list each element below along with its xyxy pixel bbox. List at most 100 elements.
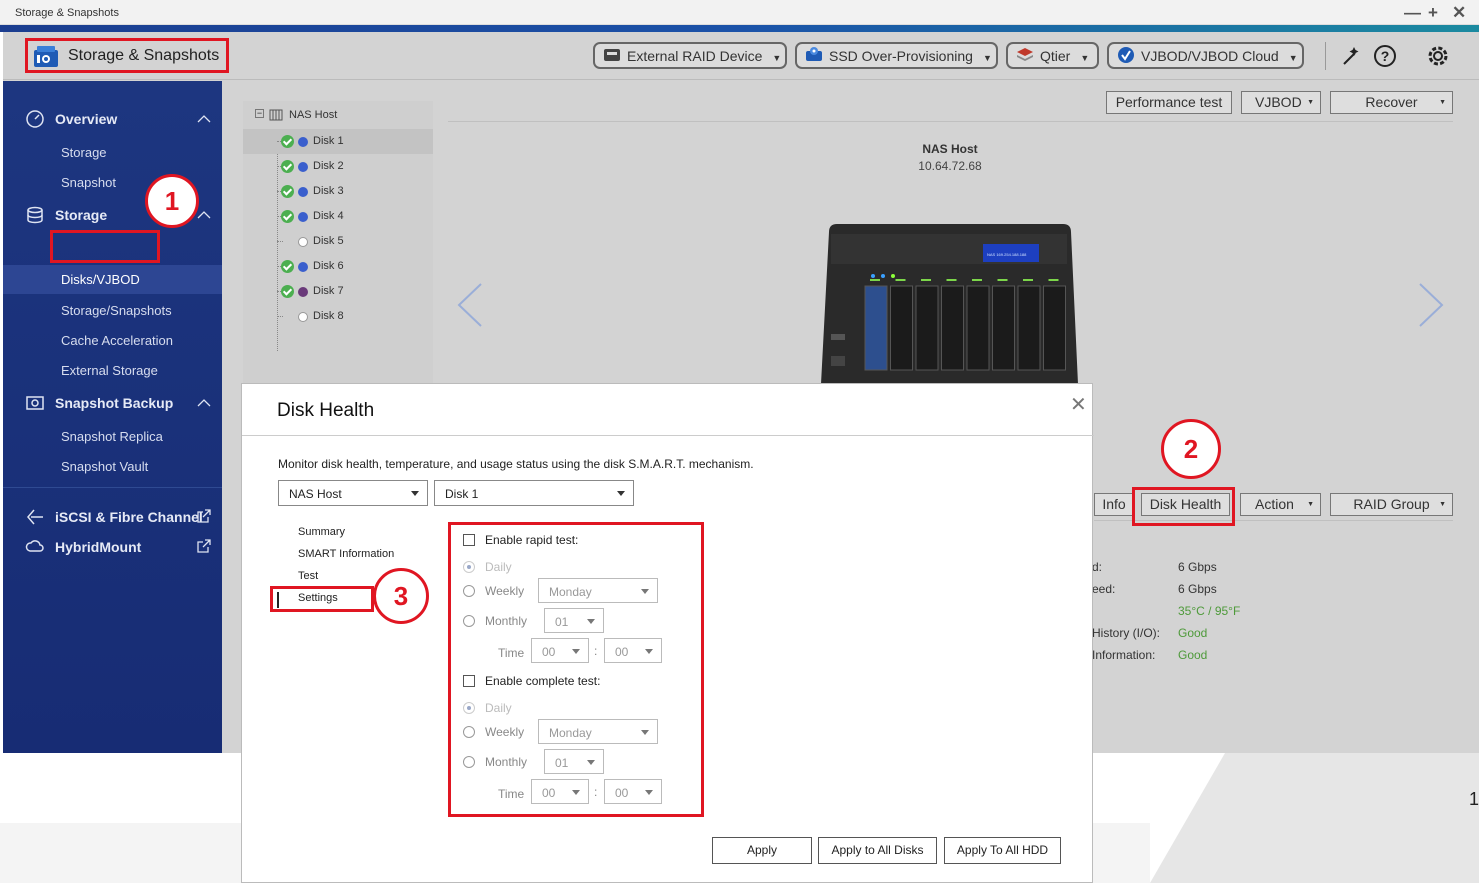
external-link-icon[interactable] bbox=[197, 539, 211, 553]
sidebar-item-storage-overview[interactable]: Storage bbox=[61, 145, 107, 160]
external-link-icon[interactable] bbox=[197, 509, 211, 523]
database-icon bbox=[27, 206, 43, 224]
chevron-right-icon[interactable] bbox=[1416, 282, 1446, 328]
tree-root-label: NAS Host bbox=[289, 109, 338, 121]
apply-all-hdd-button[interactable]: Apply To All HDD bbox=[944, 837, 1061, 864]
tree-disk-item[interactable]: Disk 5 bbox=[243, 229, 433, 254]
stray-text: 1 bbox=[1469, 789, 1479, 809]
gear-icon[interactable] bbox=[1425, 43, 1451, 69]
close-icon[interactable]: ✕ bbox=[1070, 392, 1087, 417]
close-icon[interactable]: ✕ bbox=[1452, 3, 1466, 23]
sidebar-item-snapshot-vault[interactable]: Snapshot Vault bbox=[61, 459, 148, 474]
info-button[interactable]: Info bbox=[1094, 493, 1134, 516]
status-ok-icon bbox=[281, 285, 294, 298]
tree-disk-item[interactable]: Disk 1 bbox=[243, 129, 433, 154]
dialog-divider bbox=[242, 435, 1094, 436]
sidebar-item-cache-acceleration[interactable]: Cache Acceleration bbox=[61, 333, 173, 348]
magic-wand-icon[interactable] bbox=[1339, 43, 1365, 69]
chevron-down-icon: ▼ bbox=[1439, 501, 1446, 508]
lcd-text: NAS 169.254.188.188 bbox=[987, 252, 1027, 257]
disk-tree: − NAS Host Disk 1 Disk 2 Disk 3 Disk 4 Disk … bbox=[243, 101, 433, 401]
tree-disk-item[interactable]: Disk 2 bbox=[243, 154, 433, 179]
ssd-gear-icon bbox=[806, 47, 822, 61]
maximize-icon[interactable]: + bbox=[1428, 3, 1438, 23]
external-raid-button[interactable]: External RAID Device ▼ bbox=[593, 42, 787, 69]
chevron-down-icon: ▼ bbox=[1307, 501, 1314, 508]
storage-app-icon bbox=[34, 46, 58, 67]
tree-disk-label: Disk 7 bbox=[313, 285, 344, 297]
apply-all-disks-button[interactable]: Apply to All Disks bbox=[818, 837, 937, 864]
sidebar-link-hybridmount[interactable]: HybridMount bbox=[55, 539, 141, 555]
chevron-up-icon[interactable] bbox=[197, 210, 211, 220]
tree-root-nas-host[interactable]: − NAS Host bbox=[243, 103, 433, 128]
tab-test[interactable]: Test bbox=[298, 570, 318, 582]
sidebar-item-disks-vjbod[interactable]: Disks/VJBOD bbox=[61, 272, 140, 287]
minimize-icon[interactable]: — bbox=[1404, 3, 1421, 23]
chevron-down-icon bbox=[617, 491, 625, 496]
tree-disk-item[interactable]: Disk 4 bbox=[243, 204, 433, 229]
tree-branch bbox=[277, 316, 283, 317]
disk-info-label: eed: bbox=[1092, 582, 1116, 596]
cloud-mount-icon bbox=[25, 540, 44, 552]
disk-status-dot-icon bbox=[298, 187, 308, 197]
ssd-over-provisioning-label: SSD Over-Provisioning bbox=[829, 48, 973, 64]
ssd-over-provisioning-button[interactable]: SSD Over-Provisioning ▼ bbox=[795, 42, 998, 69]
recover-button[interactable]: Recover ▼ bbox=[1330, 91, 1453, 114]
drive-bay-led bbox=[1023, 279, 1033, 281]
device-ip: 10.64.72.68 bbox=[918, 159, 982, 173]
vjbod-button[interactable]: VJBOD ▼ bbox=[1241, 91, 1321, 114]
chevron-up-icon[interactable] bbox=[197, 114, 211, 124]
tree-disk-item[interactable]: Disk 3 bbox=[243, 179, 433, 204]
host-select-value: NAS Host bbox=[289, 487, 342, 501]
sidebar-item-snapshot-replica[interactable]: Snapshot Replica bbox=[61, 429, 163, 444]
raid-group-label: RAID Group bbox=[1353, 496, 1430, 512]
disk-status-dot-icon bbox=[298, 162, 308, 172]
iscsi-icon bbox=[27, 509, 43, 525]
drive-bay-led bbox=[1048, 279, 1059, 281]
status-ok-icon bbox=[281, 160, 294, 173]
sidebar-item-storage-snapshots[interactable]: Storage/Snapshots bbox=[61, 303, 172, 318]
qtier-button[interactable]: Qtier ▼ bbox=[1006, 42, 1099, 69]
window-titlebar: Storage & Snapshots — + ✕ bbox=[0, 0, 1479, 25]
tree-disk-item[interactable]: Disk 7 bbox=[243, 279, 433, 304]
sidebar-item-external-storage[interactable]: External Storage bbox=[61, 363, 158, 378]
app-title: Storage & Snapshots bbox=[68, 47, 220, 64]
disk-select[interactable]: Disk 1 bbox=[434, 480, 634, 506]
tab-smart-information[interactable]: SMART Information bbox=[298, 548, 394, 560]
callout-box-disks-vjbod bbox=[50, 230, 160, 263]
vjbod-cloud-button[interactable]: VJBOD/VJBOD Cloud ▼ bbox=[1107, 42, 1304, 69]
drive-bay bbox=[1017, 285, 1041, 371]
tab-summary[interactable]: Summary bbox=[298, 526, 345, 538]
device-name: NAS Host bbox=[922, 142, 978, 156]
host-select[interactable]: NAS Host bbox=[278, 480, 428, 506]
external-raid-label: External RAID Device bbox=[627, 48, 763, 64]
sidebar-group-storage[interactable]: Storage bbox=[55, 207, 107, 223]
tree-disk-item[interactable]: Disk 8 bbox=[243, 304, 433, 329]
tree-disk-item[interactable]: Disk 6 bbox=[243, 254, 433, 279]
status-ok-icon bbox=[281, 135, 294, 148]
sidebar-link-iscsi[interactable]: iSCSI & Fibre Channel bbox=[55, 509, 203, 525]
drive-bay bbox=[992, 285, 1015, 371]
action-label: Action bbox=[1255, 496, 1294, 512]
tree-disk-label: Disk 6 bbox=[313, 260, 344, 272]
drive-bay-led bbox=[870, 279, 880, 281]
accent-bar bbox=[0, 25, 1479, 32]
drive-bay bbox=[1043, 285, 1066, 371]
callout-box-settings bbox=[270, 586, 374, 612]
drive-bay-led bbox=[972, 279, 982, 281]
collapse-icon[interactable]: − bbox=[255, 109, 264, 118]
disk-info-value: 6 Gbps bbox=[1178, 560, 1217, 574]
sidebar-group-snapshot-backup[interactable]: Snapshot Backup bbox=[55, 395, 173, 411]
qtier-label: Qtier bbox=[1040, 48, 1071, 64]
performance-test-button[interactable]: Performance test bbox=[1106, 91, 1232, 114]
drive-bay-led bbox=[895, 279, 906, 281]
apply-button[interactable]: Apply bbox=[712, 837, 812, 864]
raid-group-button[interactable]: RAID Group ▼ bbox=[1330, 493, 1453, 516]
help-icon[interactable]: ? bbox=[1372, 43, 1398, 69]
chevron-left-icon[interactable] bbox=[455, 282, 485, 328]
action-button[interactable]: Action ▼ bbox=[1240, 493, 1321, 516]
sidebar-item-snapshot-overview[interactable]: Snapshot bbox=[61, 175, 116, 190]
chevron-up-icon[interactable] bbox=[197, 398, 211, 408]
sidebar-group-overview[interactable]: Overview bbox=[55, 111, 117, 127]
dialog-description: Monitor disk health, temperature, and us… bbox=[278, 457, 754, 471]
